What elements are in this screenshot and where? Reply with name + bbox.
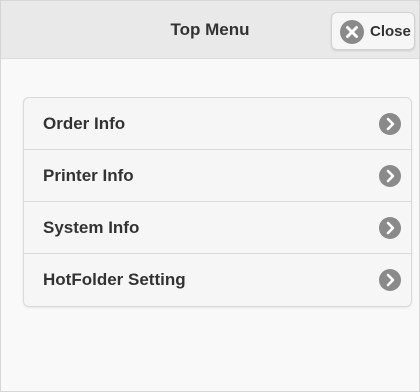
chevron-right-icon — [379, 269, 401, 291]
close-icon — [340, 20, 364, 44]
chevron-right-icon — [379, 165, 401, 187]
menu-item-order-info[interactable]: Order Info — [24, 98, 411, 150]
menu-item-hotfolder-setting[interactable]: HotFolder Setting — [24, 254, 411, 306]
chevron-right-icon — [379, 217, 401, 239]
menu-item-label: System Info — [43, 218, 140, 237]
menu-item-label: Printer Info — [43, 166, 134, 185]
menu-item-label: HotFolder Setting — [43, 270, 186, 289]
header-bar: Top Menu Close — [1, 1, 419, 59]
chevron-right-icon — [379, 113, 401, 135]
app-frame: Top Menu Close Order Info Printer Info S… — [0, 0, 420, 392]
menu-item-system-info[interactable]: System Info — [24, 202, 411, 254]
close-button[interactable]: Close — [331, 12, 415, 50]
close-button-label: Close — [370, 23, 411, 40]
menu-item-printer-info[interactable]: Printer Info — [24, 150, 411, 202]
menu-item-label: Order Info — [43, 114, 126, 133]
menu-list: Order Info Printer Info System Info HotF… — [23, 97, 412, 307]
